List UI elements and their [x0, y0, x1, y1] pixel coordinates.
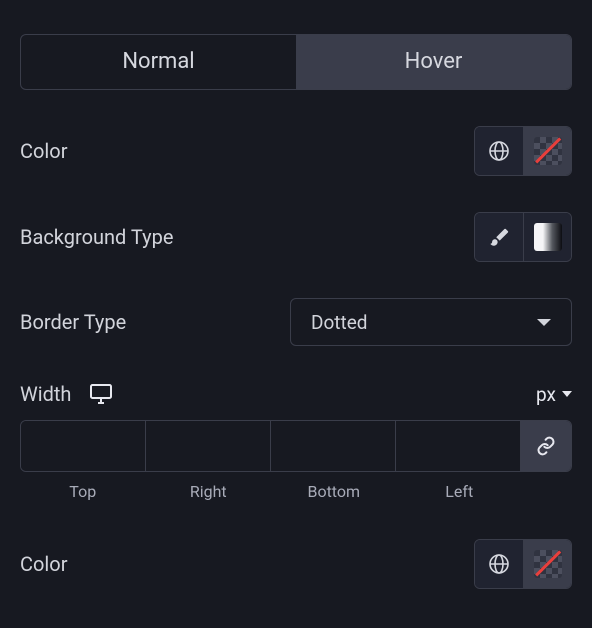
width-bottom-input[interactable]	[271, 421, 395, 471]
label-bottom: Bottom	[271, 482, 397, 501]
border-type-select[interactable]: Dotted	[290, 298, 572, 346]
row-border-color: Color	[20, 539, 572, 589]
globe-icon	[488, 140, 510, 162]
desktop-icon	[89, 383, 113, 405]
bg-gradient-button[interactable]	[523, 213, 571, 261]
color-controls	[474, 126, 572, 176]
link-values-button[interactable]	[521, 421, 571, 471]
row-border-type: Border Type Dotted	[20, 298, 572, 346]
chevron-down-icon	[537, 319, 551, 326]
label-background-type: Background Type	[20, 225, 173, 249]
link-icon	[536, 436, 556, 456]
label-border-color: Color	[20, 552, 67, 576]
width-left-input[interactable]	[396, 421, 520, 471]
label-border-type: Border Type	[20, 310, 126, 334]
chevron-down-icon	[562, 391, 572, 397]
responsive-toggle[interactable]	[89, 383, 113, 405]
label-color: Color	[20, 139, 67, 163]
tab-hover[interactable]: Hover	[296, 35, 571, 89]
width-dimension-labels: Top Right Bottom Left	[20, 482, 572, 501]
label-top: Top	[20, 482, 146, 501]
row-background-type: Background Type	[20, 212, 572, 262]
tab-normal[interactable]: Normal	[21, 35, 296, 89]
no-color-swatch-icon	[534, 550, 562, 578]
label-right: Right	[146, 482, 272, 501]
global-border-color-button[interactable]	[475, 540, 523, 588]
bg-classic-button[interactable]	[475, 213, 523, 261]
border-color-controls	[474, 539, 572, 589]
no-color-swatch-icon	[534, 137, 562, 165]
brush-icon	[488, 226, 510, 248]
color-picker-button[interactable]	[523, 127, 571, 175]
state-tabs: Normal Hover	[20, 34, 572, 90]
unit-select[interactable]: px	[536, 383, 572, 406]
global-color-button[interactable]	[475, 127, 523, 175]
label-width: Width	[20, 382, 71, 406]
bg-type-controls	[474, 212, 572, 262]
row-width-header: Width px	[20, 382, 572, 406]
label-left: Left	[397, 482, 523, 501]
unit-value: px	[536, 383, 556, 406]
row-text-color: Color	[20, 126, 572, 176]
border-color-picker-button[interactable]	[523, 540, 571, 588]
width-dimensions	[20, 420, 572, 472]
gradient-icon	[534, 223, 562, 251]
border-type-value: Dotted	[311, 311, 368, 334]
width-top-input[interactable]	[21, 421, 145, 471]
globe-icon	[488, 553, 510, 575]
width-right-input[interactable]	[146, 421, 270, 471]
